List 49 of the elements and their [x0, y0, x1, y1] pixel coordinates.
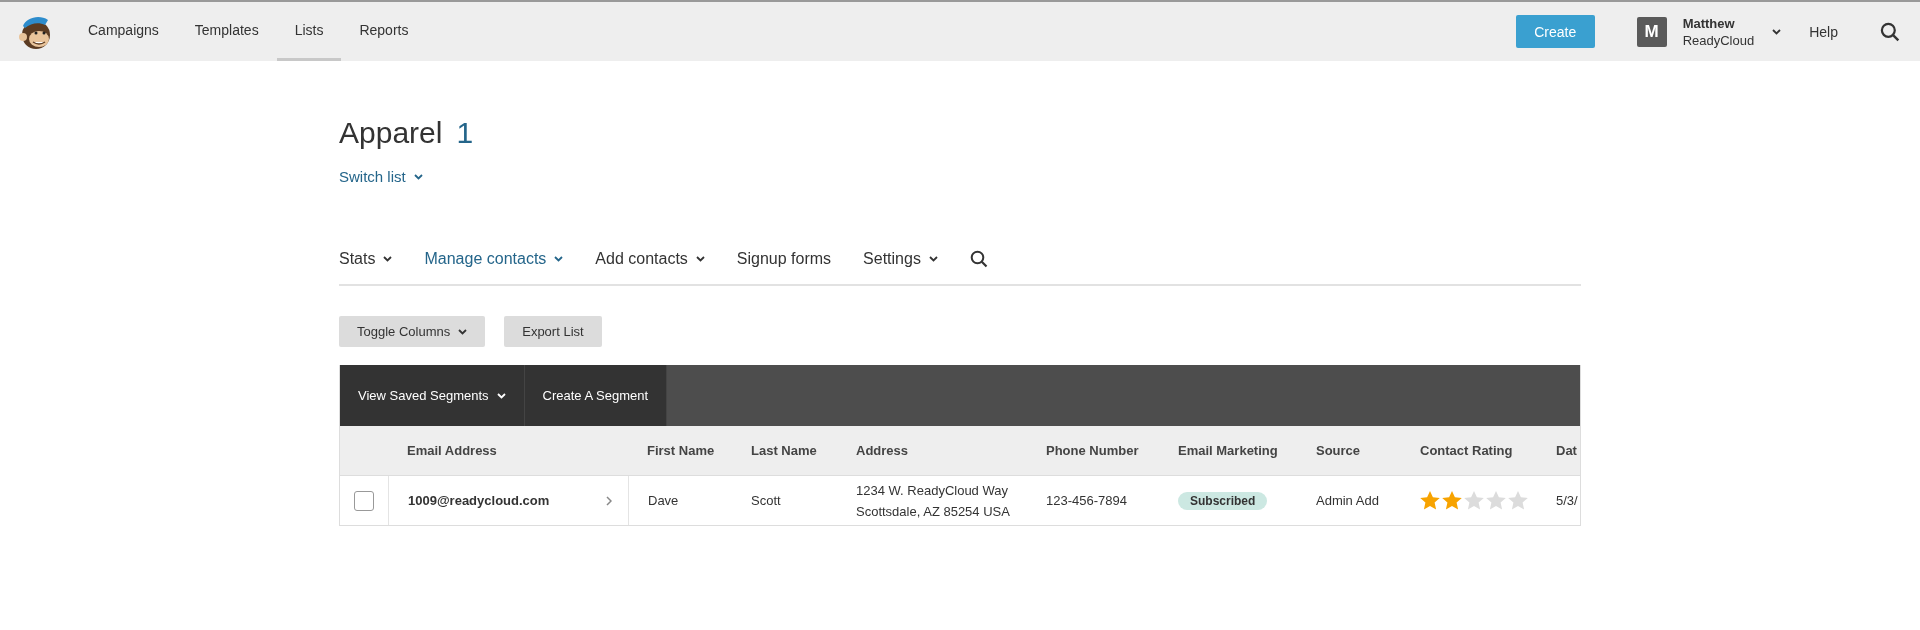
segment-button[interactable]: Create A Segment: [524, 365, 668, 426]
search-icon[interactable]: [969, 250, 988, 268]
help-link[interactable]: Help: [1809, 23, 1838, 40]
column-header[interactable]: Last Name: [732, 426, 837, 476]
nav-link[interactable]: Templates: [176, 2, 277, 61]
star-icon: [1464, 491, 1484, 510]
list-tab[interactable]: Settings: [863, 244, 938, 274]
chevron-down-icon: [413, 173, 423, 180]
chevron-down-icon: [1772, 28, 1782, 35]
list-tab[interactable]: Manage contacts: [424, 244, 564, 274]
column-header[interactable]: Address: [837, 426, 1027, 476]
email-cell: 1009@readycloud.com: [408, 493, 550, 508]
last-name-cell: Scott: [751, 493, 781, 508]
nav-link[interactable]: Lists: [276, 2, 342, 61]
column-header[interactable]: Email Marketing: [1159, 426, 1297, 476]
column-header[interactable]: Dat: [1537, 426, 1580, 476]
first-name-cell: Dave: [648, 493, 679, 508]
column-header[interactable]: Source: [1297, 426, 1401, 476]
status-badge: Subscribed: [1178, 491, 1268, 510]
star-icon: [1508, 491, 1528, 510]
date-cell: 5/3/: [1556, 493, 1578, 508]
avatar[interactable]: M: [1636, 16, 1667, 47]
list-title: Apparel: [339, 116, 443, 150]
search-icon[interactable]: [1880, 21, 1900, 42]
column-header[interactable]: Contact Rating: [1401, 426, 1537, 476]
star-icon: [1486, 491, 1506, 510]
nav-link[interactable]: Reports: [341, 2, 427, 61]
star-icon: [1420, 491, 1440, 510]
row-checkbox[interactable]: [354, 490, 374, 511]
chevron-right-icon[interactable]: [606, 495, 612, 506]
phone-cell: 123-456-7894: [1046, 493, 1127, 508]
star-icon: [1442, 491, 1462, 510]
column-header[interactable]: Phone Number: [1027, 426, 1159, 476]
list-count: 1: [456, 116, 474, 150]
address-cell-text: 1234 W. ReadyCloud Way Scottsdale, AZ 85254 USA: [856, 481, 1010, 521]
action-button[interactable]: Export List: [504, 316, 602, 347]
account-name: Matthew: [1682, 14, 1736, 32]
segment-button[interactable]: View Saved Segments: [340, 365, 525, 426]
source-cell: Admin Add: [1316, 493, 1379, 508]
list-tab[interactable]: Signup forms: [736, 244, 832, 274]
switch-list-link[interactable]: Switch list: [339, 168, 423, 185]
action-button[interactable]: Toggle Columns: [339, 316, 486, 347]
column-header[interactable]: Email Address: [388, 426, 628, 476]
list-tab[interactable]: Add contacts: [595, 244, 705, 274]
column-header[interactable]: First Name: [628, 426, 732, 476]
list-tab[interactable]: Stats: [339, 244, 393, 274]
account-company: ReadyCloud: [1682, 31, 1755, 49]
star-rating[interactable]: [1420, 491, 1528, 510]
nav-link[interactable]: Campaigns: [70, 2, 177, 61]
